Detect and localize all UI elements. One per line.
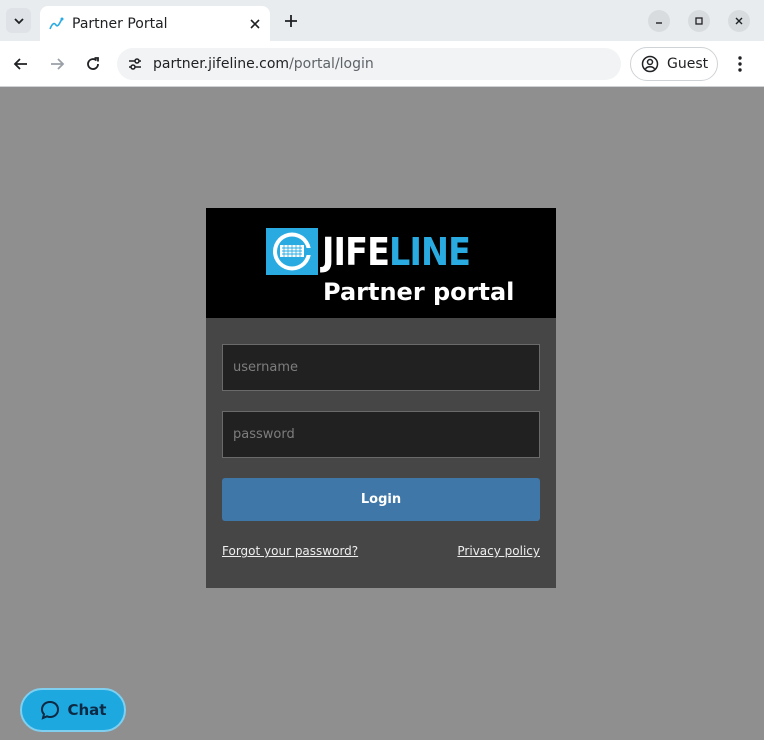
privacy-policy-link[interactable]: Privacy policy: [457, 544, 540, 558]
logo-text-blue: LINE: [389, 230, 471, 274]
address-bar[interactable]: partner.jifeline.com/portal/login: [117, 48, 621, 80]
tab-close-button[interactable]: [244, 13, 266, 35]
password-input[interactable]: [222, 411, 540, 458]
tab-search-button[interactable]: [6, 8, 31, 33]
plus-icon: [285, 15, 297, 27]
site-favicon-icon: [49, 17, 64, 29]
new-tab-button[interactable]: [279, 9, 303, 33]
site-settings-icon[interactable]: [127, 56, 143, 72]
url-path: /portal/login: [289, 56, 374, 72]
logo-text-white: JIFE: [322, 230, 390, 274]
chat-label: Chat: [67, 701, 107, 719]
reload-button[interactable]: [81, 52, 105, 76]
chat-bubble-icon: [40, 700, 59, 720]
back-button[interactable]: [9, 52, 33, 76]
more-vertical-icon: [738, 56, 742, 72]
maximize-button[interactable]: [688, 10, 710, 32]
jifeline-logo-text: JIFELINE: [322, 230, 471, 274]
reload-icon: [87, 57, 99, 70]
browser-menu-button[interactable]: [728, 52, 752, 76]
username-input[interactable]: [222, 344, 540, 391]
url-text: partner.jifeline.com/portal/login: [153, 56, 374, 72]
tab-strip: Partner Portal: [0, 0, 764, 41]
profile-button[interactable]: Guest: [630, 47, 718, 81]
login-card-header: JIFELINE Partner portal: [206, 208, 556, 318]
tab-title: Partner Portal: [72, 15, 168, 32]
arrow-right-icon: [51, 58, 65, 70]
url-host: partner.jifeline.com: [153, 56, 290, 72]
login-button[interactable]: Login: [222, 478, 540, 521]
close-icon: [250, 18, 260, 29]
minimize-icon: [656, 22, 662, 24]
forward-button[interactable]: [45, 52, 69, 76]
minimize-button[interactable]: [648, 10, 670, 32]
jifeline-logo-icon: [266, 228, 318, 275]
forgot-password-link[interactable]: Forgot your password?: [222, 544, 358, 558]
maximize-icon: [695, 17, 703, 25]
chevron-down-icon: [13, 17, 24, 24]
close-window-button[interactable]: [728, 10, 750, 32]
browser-toolbar: partner.jifeline.com/portal/login Guest: [0, 41, 764, 87]
tab-partner-portal[interactable]: Partner Portal: [40, 6, 270, 41]
page-title: Partner portal: [323, 278, 515, 306]
login-form: Login Forgot your password? Privacy poli…: [206, 318, 556, 588]
account-icon: [641, 55, 659, 73]
profile-label: Guest: [667, 56, 709, 72]
close-icon: [735, 17, 743, 25]
chat-button[interactable]: Chat: [20, 688, 126, 732]
arrow-left-icon: [13, 58, 27, 70]
